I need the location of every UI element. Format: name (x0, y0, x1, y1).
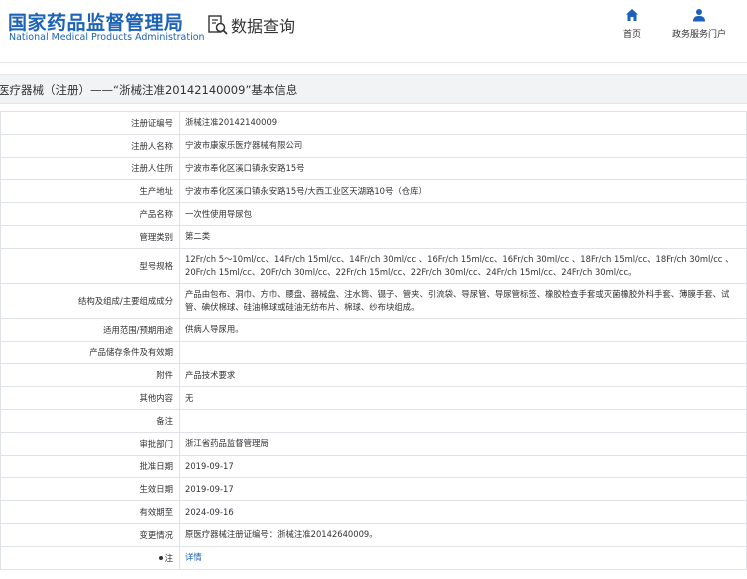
field-label-text: 审批部门 (139, 438, 174, 449)
field-label-text: 生效日期 (139, 484, 174, 495)
nav-home-label: 首页 (622, 30, 641, 40)
table-row: 管理类别 第二类 (0, 224, 747, 249)
field-label: 型号规格 (0, 247, 180, 284)
field-value: 2024-09-16 (179, 500, 747, 524)
field-label-text: 型号规格 (139, 260, 174, 271)
site-logo-cn[interactable]: 国家药品监督管理局 (8, 8, 184, 35)
field-value: 宁波市康家乐医疗器械有限公司 (179, 133, 747, 158)
field-label: 有效期至 (0, 500, 180, 524)
field-value: 2019-09-17 (179, 454, 747, 479)
field-label: 批准日期 (0, 454, 180, 479)
field-value (179, 340, 747, 365)
record-title: 医疗器械（注册）——“浙械注准20142140009”基本信息 (0, 83, 298, 97)
field-label-text: 结构及组成/主要组成成分 (78, 295, 173, 306)
table-row: 注册证编号 浙械注准20142140009 (0, 111, 747, 135)
field-label-text: 注册人名称 (131, 140, 173, 151)
nav-service-portal[interactable]: 政务服务门户 (668, 8, 730, 40)
bullet-icon (158, 556, 163, 561)
site-logo-en[interactable]: National Medical Products Administration (9, 32, 205, 43)
user-icon (693, 9, 705, 22)
field-label-text: 生产地址 (139, 186, 174, 197)
field-value: 详情 (179, 545, 747, 570)
field-label-text: 管理类别 (139, 231, 174, 242)
table-row: 其他内容无 (0, 386, 747, 410)
field-label-text: 附件 (156, 370, 173, 381)
data-query-link[interactable]: 数据查询 (207, 13, 295, 37)
details-link[interactable]: 详情 (185, 552, 202, 562)
field-label: 变更情况 (0, 522, 180, 547)
field-label-text: 产品储存条件及有效期 (89, 347, 173, 358)
search-document-icon (208, 15, 228, 35)
field-label: 其他内容 (0, 386, 180, 410)
table-row: 生效日期 2019-09-17 (0, 477, 747, 502)
field-value: 浙江省药品监督管理局 (179, 431, 747, 456)
field-label-text: 注册人住所 (131, 163, 173, 174)
table-row: 审批部门 浙江省药品监督管理局 (0, 431, 747, 456)
field-value: 供病人导尿用。 (179, 317, 747, 342)
table-row: 型号规格 12Fr/ch 5～10ml/cc、14Fr/ch 15ml/cc、14… (0, 247, 747, 284)
table-row: 备注 (0, 408, 747, 433)
field-label: 审批部门 (0, 431, 180, 456)
field-label: 附件 (0, 363, 180, 388)
field-label: 产品储存条件及有效期 (0, 340, 180, 365)
field-label-text: 变更情况 (139, 529, 174, 540)
table-row: 生产地址 宁波市奉化区溪口镇永安路15号/大西工业区天湖路10号（仓库） (0, 179, 747, 204)
table-row: 产品名称 一次性使用导尿包 (0, 202, 747, 226)
field-label: 注 (0, 545, 180, 570)
field-value: 无 (179, 386, 747, 410)
field-label-text: 批准日期 (139, 461, 174, 472)
record-title-bar: 医疗器械（注册）——“浙械注准20142140009”基本信息 (0, 74, 747, 104)
field-value (179, 408, 747, 433)
field-label: 生产地址 (0, 179, 180, 204)
field-label-text: 注册证编号 (131, 117, 173, 128)
home-icon (626, 9, 638, 21)
field-label: 注册人住所 (0, 156, 180, 181)
field-label-text: 适用范围/预期用途 (103, 324, 173, 335)
field-label: 备注 (0, 408, 180, 433)
field-value: 浙械注准20142140009 (179, 111, 747, 135)
field-value: 2019-09-17 (179, 477, 747, 502)
field-value: 一次性使用导尿包 (179, 202, 747, 226)
field-value: 宁波市奉化区溪口镇永安路15号/大西工业区天湖路10号（仓库） (179, 179, 747, 204)
field-value: 12Fr/ch 5～10ml/cc、14Fr/ch 15ml/cc、14Fr/c… (179, 247, 747, 284)
table-row: 适用范围/预期用途 供病人导尿用。 (0, 317, 747, 342)
table-row: 结构及组成/主要组成成分 产品由包布、洞巾、方巾、腰盘、器械盘、注水筒、镊子、管夹… (0, 282, 747, 319)
field-label: 结构及组成/主要组成成分 (0, 282, 180, 319)
field-label: 产品名称 (0, 202, 180, 226)
nav-service-label: 政务服务门户 (671, 30, 726, 40)
field-label-text: 其他内容 (139, 393, 174, 404)
field-label: 注册证编号 (0, 111, 180, 135)
table-row: 附件 产品技术要求 (0, 363, 747, 388)
field-label: 注册人名称 (0, 133, 180, 158)
field-value: 产品由包布、洞巾、方巾、腰盘、器械盘、注水筒、镊子、管夹、引流袋、导尿管、导尿管… (179, 282, 747, 319)
field-label: 管理类别 (0, 224, 180, 249)
field-label: 生效日期 (0, 477, 180, 502)
table-row: 有效期至 2024-09-16 (0, 500, 747, 524)
field-label-text: 有效期至 (139, 507, 174, 518)
field-label: 适用范围/预期用途 (0, 317, 180, 342)
table-row: 产品储存条件及有效期 (0, 340, 747, 365)
field-value: 宁波市奉化区溪口镇永安路15号 (179, 156, 747, 181)
site-header: 国家药品监督管理局 National Medical Products Admi… (0, 0, 747, 63)
field-value: 产品技术要求 (179, 363, 747, 388)
table-row: 注册人住所 宁波市奉化区溪口镇永安路15号 (0, 156, 747, 181)
table-row: 批准日期 2019-09-17 (0, 454, 747, 479)
field-label-text: 注 (164, 552, 173, 563)
table-row: 变更情况 原医疗器械注册证编号：浙械注准20142640009。 (0, 522, 747, 547)
detail-table: 注册证编号 浙械注准20142140009 注册人名称 宁波市康家乐医疗器械有限公司注… (0, 111, 747, 570)
field-label-text: 产品名称 (139, 209, 174, 220)
field-value: 第二类 (179, 224, 747, 249)
field-label-text: 备注 (156, 415, 173, 426)
data-query-label: 数据查询 (231, 17, 296, 36)
field-value: 原医疗器械注册证编号：浙械注准20142640009。 (179, 522, 747, 547)
table-row: 注册人名称 宁波市康家乐医疗器械有限公司 (0, 133, 747, 158)
table-row: 注 详情 (0, 545, 747, 570)
nav-home[interactable]: 首页 (618, 8, 646, 40)
